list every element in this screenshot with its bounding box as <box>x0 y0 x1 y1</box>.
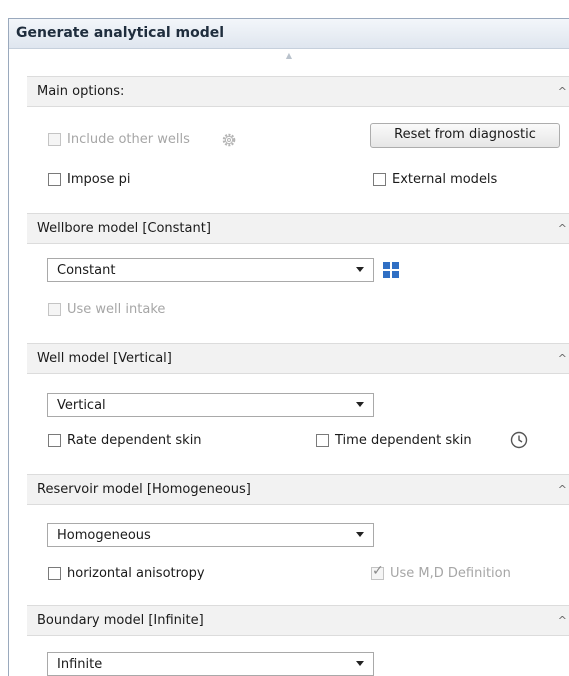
checkbox-box[interactable] <box>48 133 61 146</box>
boundary-model-header[interactable]: Boundary model [Infinite] ^ <box>27 605 569 636</box>
dialog-titlebar: Generate analytical model <box>9 19 569 49</box>
gear-icon[interactable] <box>221 132 237 148</box>
collapse-caret-icon[interactable]: ^ <box>558 85 567 98</box>
checkbox-box[interactable] <box>48 567 61 580</box>
rate-dependent-skin-checkbox[interactable]: Rate dependent skin <box>48 433 202 448</box>
horizontal-anisotropy-label: horizontal anisotropy <box>67 566 205 581</box>
checkbox-box[interactable] <box>48 173 61 186</box>
boundary-model-header-label: Boundary model [Infinite] <box>37 613 204 628</box>
reservoir-model-select[interactable]: Homogeneous <box>47 523 374 547</box>
include-other-wells-label: Include other wells <box>67 132 190 147</box>
checkmark-icon: ✓ <box>372 563 384 579</box>
collapse-caret-icon[interactable]: ^ <box>558 222 567 235</box>
well-model-select[interactable]: Vertical <box>47 393 374 417</box>
checkbox-box[interactable] <box>316 434 329 447</box>
well-model-header-label: Well model [Vertical] <box>37 351 172 366</box>
generate-analytical-model-dialog: Generate analytical model ▲ Main options… <box>8 18 569 676</box>
collapse-caret-icon[interactable]: ^ <box>558 352 567 365</box>
reservoir-model-header[interactable]: Reservoir model [Homogeneous] ^ <box>27 474 569 505</box>
main-options-header[interactable]: Main options: ^ <box>27 76 569 107</box>
reservoir-model-value: Homogeneous <box>57 528 151 543</box>
dropdown-arrow-icon[interactable] <box>356 661 364 666</box>
use-md-definition-label: Use M,D Definition <box>390 566 511 581</box>
main-options-header-label: Main options: <box>37 84 125 99</box>
wellbore-model-header[interactable]: Wellbore model [Constant] ^ <box>27 213 569 244</box>
boundary-model-value: Infinite <box>57 657 103 672</box>
wellbore-model-header-label: Wellbore model [Constant] <box>37 221 211 236</box>
grid-icon[interactable] <box>383 262 399 278</box>
include-other-wells-checkbox[interactable]: Include other wells <box>48 132 190 147</box>
dialog-title: Generate analytical model <box>16 25 225 41</box>
scroll-up-arrow-icon[interactable]: ▲ <box>9 49 569 63</box>
checkbox-box[interactable] <box>48 303 61 316</box>
use-md-definition-checkbox[interactable]: ✓ Use M,D Definition <box>371 563 511 581</box>
checkbox-box[interactable] <box>373 173 386 186</box>
boundary-model-select[interactable]: Infinite <box>47 652 374 676</box>
wellbore-model-value: Constant <box>57 263 116 278</box>
wellbore-model-select[interactable]: Constant <box>47 258 374 282</box>
clock-icon[interactable] <box>510 431 528 449</box>
well-model-value: Vertical <box>57 398 106 413</box>
use-well-intake-checkbox[interactable]: Use well intake <box>48 302 165 317</box>
checkbox-box[interactable]: ✓ <box>371 563 384 580</box>
impose-pi-checkbox[interactable]: Impose pi <box>48 172 130 187</box>
dropdown-arrow-icon[interactable] <box>356 532 364 537</box>
horizontal-anisotropy-checkbox[interactable]: horizontal anisotropy <box>48 566 205 581</box>
reset-from-diagnostic-button[interactable]: Reset from diagnostic <box>370 123 560 148</box>
reservoir-model-header-label: Reservoir model [Homogeneous] <box>37 482 251 497</box>
external-models-label: External models <box>392 172 498 187</box>
collapse-caret-icon[interactable]: ^ <box>558 483 567 496</box>
use-well-intake-label: Use well intake <box>67 302 166 317</box>
time-dependent-skin-label: Time dependent skin <box>335 433 472 448</box>
external-models-checkbox[interactable]: External models <box>373 172 497 187</box>
impose-pi-label: Impose pi <box>67 172 131 187</box>
dropdown-arrow-icon[interactable] <box>356 402 364 407</box>
rate-dependent-skin-label: Rate dependent skin <box>67 433 202 448</box>
well-model-header[interactable]: Well model [Vertical] ^ <box>27 343 569 374</box>
time-dependent-skin-checkbox[interactable]: Time dependent skin <box>316 433 472 448</box>
collapse-caret-icon[interactable]: ^ <box>558 614 567 627</box>
dropdown-arrow-icon[interactable] <box>356 267 364 272</box>
checkbox-box[interactable] <box>48 434 61 447</box>
